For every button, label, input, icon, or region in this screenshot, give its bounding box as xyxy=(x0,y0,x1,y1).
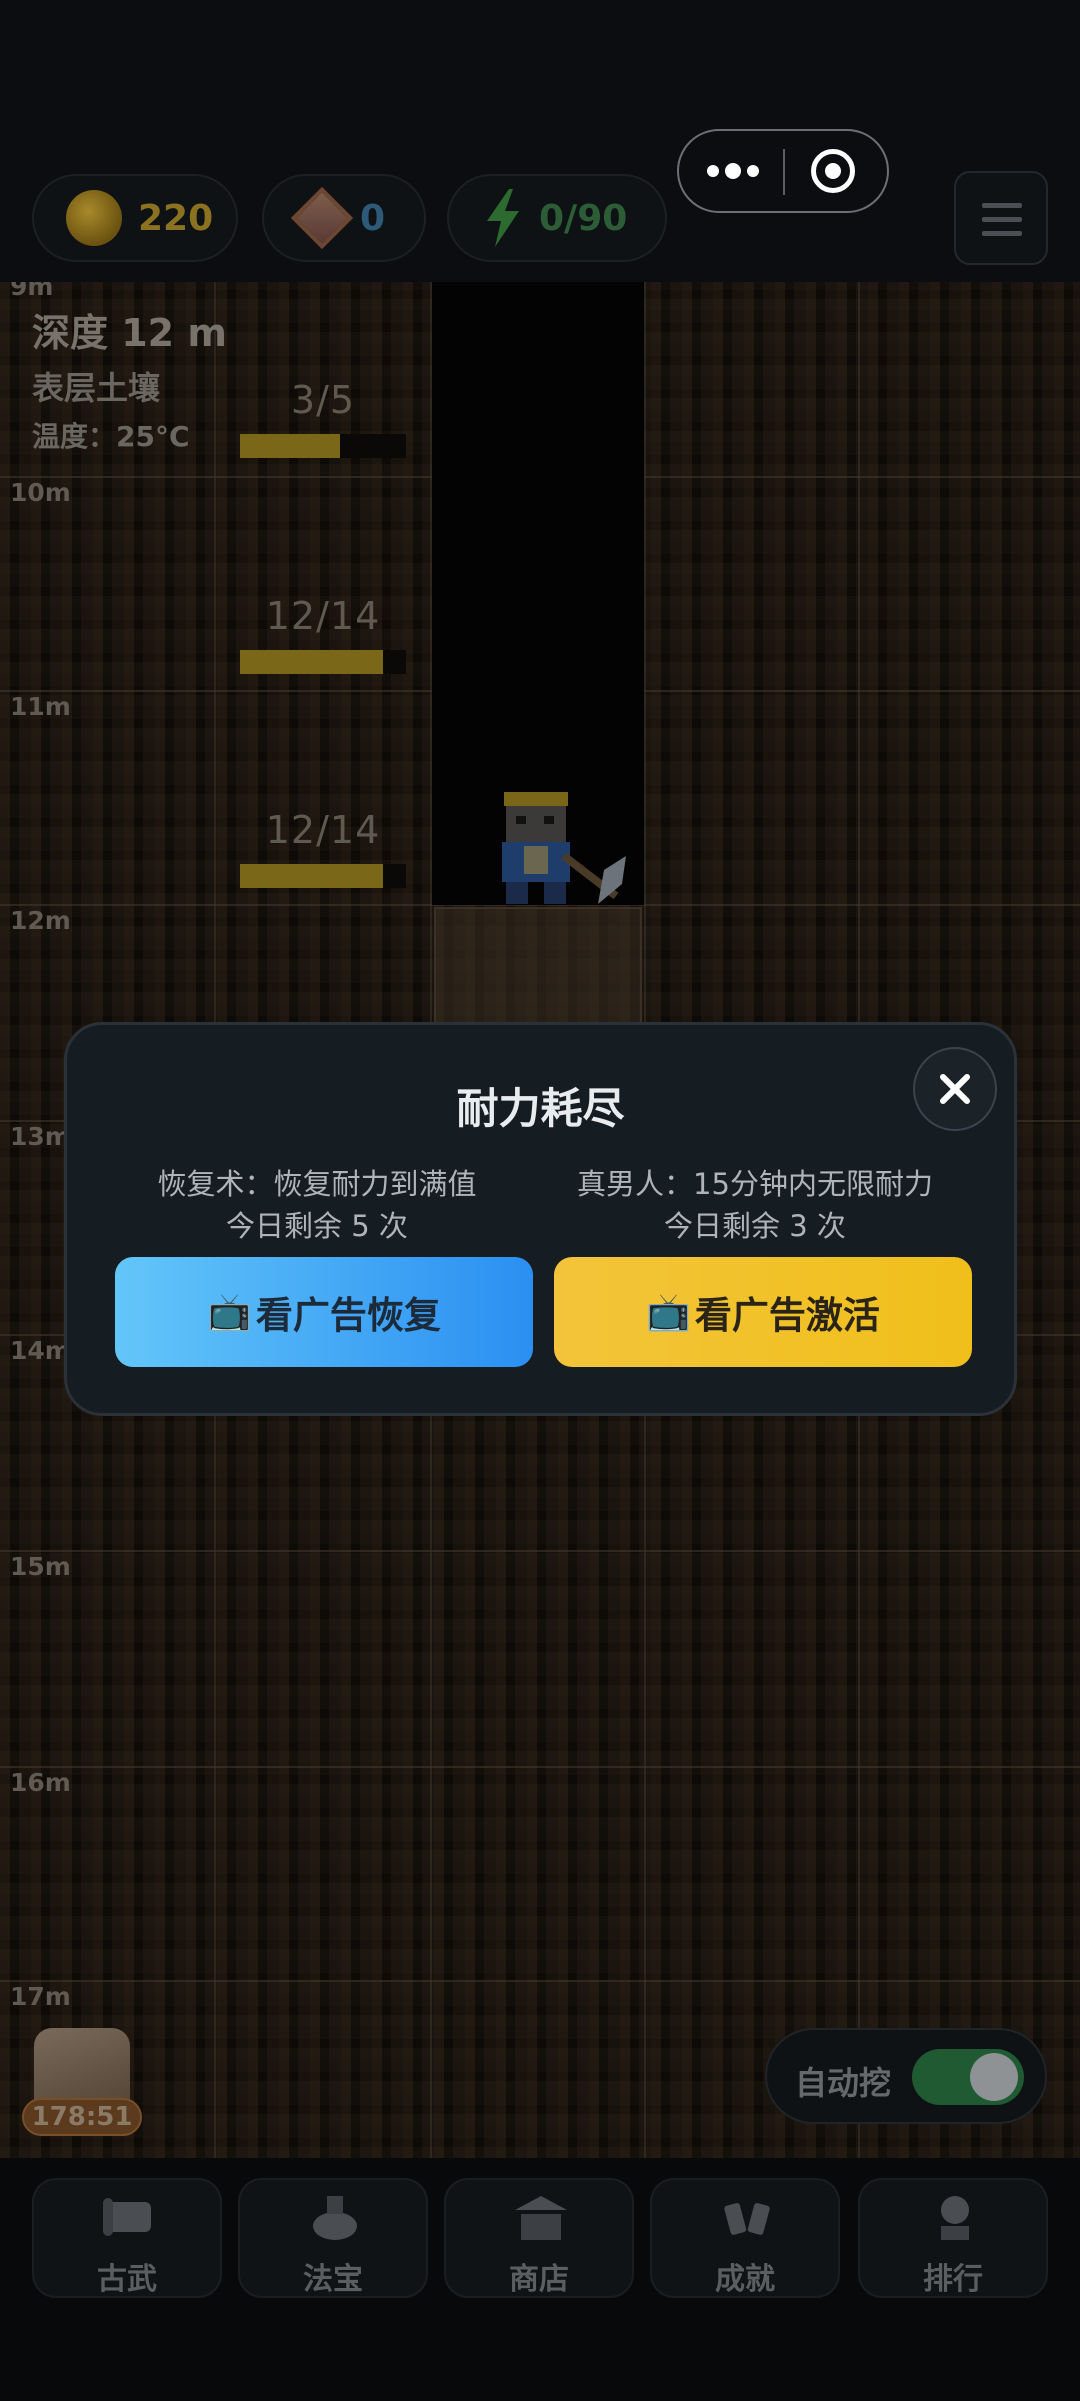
nav-item-achievements[interactable]: 成就 xyxy=(650,2178,840,2298)
block-durability-bar xyxy=(240,650,406,674)
close-miniprogram-icon[interactable] xyxy=(811,149,855,193)
miniprogram-capsule[interactable] xyxy=(677,129,889,213)
depth-mark: 17m xyxy=(10,1982,71,2011)
cheers-icon xyxy=(724,2203,770,2235)
coin-icon xyxy=(66,190,122,246)
miner-character xyxy=(502,792,626,904)
nav-item-fabao[interactable]: 法宝 xyxy=(238,2178,428,2298)
depth-mark: 9m xyxy=(10,282,54,301)
watch-ad-activate-label: 看广告激活 xyxy=(694,1294,880,1337)
depth-title: 深度 12 m xyxy=(32,311,227,355)
nav-item-ranking[interactable]: 排行 xyxy=(858,2178,1048,2298)
watch-ad-restore-button[interactable]: 📺 看广告恢复 xyxy=(115,1257,533,1367)
close-button[interactable] xyxy=(913,1047,997,1131)
block-durability-label: 12/14 xyxy=(265,594,381,638)
depth-mark: 14m xyxy=(10,1336,71,1365)
restore-option-text: 恢复术：恢复耐力到满值 xyxy=(157,1167,477,1201)
unlimited-remaining: 今日剩余 3 次 xyxy=(664,1209,846,1243)
tv-icon: 📺 xyxy=(646,1292,691,1333)
stamina-depleted-dialog: 耐力耗尽 恢复术：恢复耐力到满值 今日剩余 5 次 真男人：15分钟内无限耐力 … xyxy=(64,1022,1017,1416)
nav-item-shop[interactable]: 商店 xyxy=(444,2178,634,2298)
unlimited-option-text: 真男人：15分钟内无限耐力 xyxy=(577,1167,933,1201)
depth-info: 深度 12 m 表层土壤 温度：25°C xyxy=(32,302,227,455)
scroll-icon xyxy=(103,2198,151,2236)
layer-name: 表层土壤 xyxy=(32,369,161,407)
tv-icon: 📺 xyxy=(207,1292,252,1333)
restore-remaining: 今日剩余 5 次 xyxy=(226,1209,408,1243)
gem-counter[interactable]: 0 xyxy=(262,174,426,262)
nav-label: 排行 xyxy=(923,2262,983,2297)
nav-label: 成就 xyxy=(715,2262,775,2297)
energy-counter[interactable]: 0/90 xyxy=(447,174,667,262)
current-dig-block[interactable] xyxy=(434,907,642,1027)
depth-mark: 16m xyxy=(10,1768,71,1797)
dragon-trophy-icon xyxy=(941,2196,969,2240)
auto-dig-toggle[interactable] xyxy=(912,2049,1024,2105)
menu-icon xyxy=(982,203,1022,208)
watch-ad-restore-label: 看广告恢复 xyxy=(255,1294,441,1337)
energy-value: 0/90 xyxy=(539,197,628,239)
unlimited-option-desc: 真男人：15分钟内无限耐力 今日剩余 3 次 xyxy=(540,1163,970,1247)
block-durability-label: 3/5 xyxy=(290,378,356,422)
nav-item-guwu[interactable]: 古武 xyxy=(32,2178,222,2298)
nav-label: 古武 xyxy=(97,2262,157,2297)
gem-value: 0 xyxy=(360,197,386,239)
auto-dig-control[interactable]: 自动挖 xyxy=(765,2028,1047,2124)
boost-timer: 178:51 xyxy=(22,2098,142,2136)
bottom-nav: 古武 法宝 商店 成就 排行 xyxy=(0,2158,1080,2401)
depth-mark: 13m xyxy=(10,1122,71,1151)
block-durability-bar xyxy=(240,864,406,888)
toggle-knob[interactable] xyxy=(970,2053,1018,2101)
shop-icon xyxy=(515,2196,567,2240)
lightning-icon xyxy=(487,189,519,247)
depth-mark: 10m xyxy=(10,478,71,507)
menu-button[interactable] xyxy=(954,171,1048,265)
dialog-title: 耐力耗尽 xyxy=(456,1084,625,1133)
capsule-divider xyxy=(783,149,785,195)
coin-value: 220 xyxy=(138,197,214,239)
gem-icon xyxy=(290,186,354,250)
watch-ad-activate-button[interactable]: 📺 看广告激活 xyxy=(554,1257,972,1367)
depth-mark: 12m xyxy=(10,906,71,935)
temperature: 温度：25°C xyxy=(32,420,190,453)
coin-counter[interactable]: 220 xyxy=(32,174,238,262)
more-options-icon[interactable] xyxy=(705,155,761,187)
block-durability-label: 12/14 xyxy=(265,808,381,852)
auto-dig-label: 自动挖 xyxy=(795,2064,892,2102)
close-icon[interactable] xyxy=(913,1047,997,1131)
nav-label: 法宝 xyxy=(303,2262,363,2297)
nav-label: 商店 xyxy=(509,2262,569,2297)
treasure-pot-icon xyxy=(313,2196,357,2240)
block-durability-bar xyxy=(240,434,406,458)
restore-option-desc: 恢复术：恢复耐力到满值 今日剩余 5 次 xyxy=(102,1163,532,1247)
depth-mark: 15m xyxy=(10,1552,71,1581)
depth-mark: 11m xyxy=(10,692,71,721)
